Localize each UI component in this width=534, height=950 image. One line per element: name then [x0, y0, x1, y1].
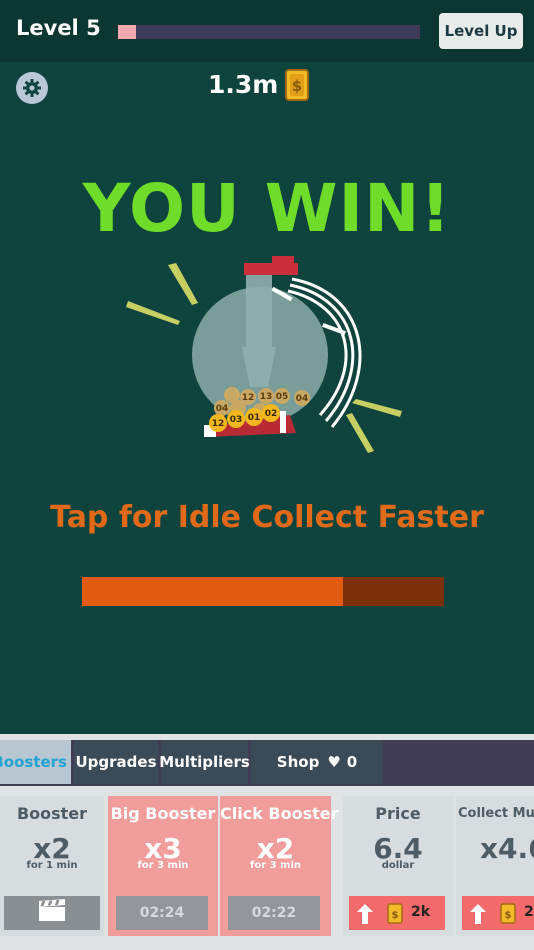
- money-amount: 1.3m: [208, 70, 279, 99]
- ball-label: 02: [265, 409, 278, 419]
- card-title: Click Booster: [220, 804, 339, 823]
- ball-label: 04: [296, 394, 309, 404]
- collect-progress-fill: [82, 577, 343, 606]
- ball-label: 01: [248, 413, 261, 423]
- tab-boosters[interactable]: Boosters: [0, 740, 71, 784]
- ball-label: 12: [242, 393, 255, 403]
- card-unit: dollar: [381, 860, 415, 871]
- gem-count: 0: [346, 753, 358, 771]
- tab-shop[interactable]: Shop ♥ 0: [251, 740, 383, 784]
- click-booster-card[interactable]: Click Booster x2 for 3 min 02:22: [220, 796, 339, 936]
- booster-card[interactable]: Booster x2 for 1 min: [0, 796, 104, 936]
- tab-multipliers-label: Multipliers: [159, 753, 250, 771]
- level-up-button[interactable]: Level Up: [439, 13, 523, 49]
- lottery-machine-illustration[interactable]: 04 12 13 05 04 12 03 01 02: [120, 255, 410, 469]
- tap-to-collect-text[interactable]: Tap for Idle Collect Faster: [0, 500, 534, 535]
- card-title: Collect Mul: [458, 806, 534, 821]
- card-value: x4.6: [480, 832, 534, 865]
- svg-text:$: $: [505, 910, 512, 921]
- level-label: Level 5: [16, 16, 101, 40]
- dollar-coin-icon: $: [387, 903, 403, 928]
- heart-gem-icon: ♥: [327, 753, 341, 771]
- tab-bar: Boosters Upgrades Multipliers Shop ♥ 0: [0, 740, 534, 786]
- big-booster-card[interactable]: Big Booster x3 for 3 min 02:24: [108, 796, 218, 936]
- gear-icon[interactable]: [16, 72, 48, 104]
- dollar-coin-icon: $: [500, 903, 516, 928]
- video-icon: [37, 899, 67, 927]
- buy-button[interactable]: $ 2k: [349, 896, 445, 930]
- tab-multipliers[interactable]: Multipliers: [159, 740, 250, 784]
- collect-multiplier-card[interactable]: Collect Mul x4.6 $ 2.4: [456, 796, 534, 936]
- card-duration: for 3 min: [249, 860, 302, 871]
- svg-text:$: $: [392, 910, 399, 921]
- level-progress-bar: [118, 25, 420, 39]
- card-title: Booster: [16, 804, 88, 823]
- buy-cost: 2k: [411, 904, 431, 920]
- tab-upgrades-label: Upgrades: [75, 753, 157, 771]
- booster-timer: 02:24: [116, 896, 208, 930]
- card-title: Price: [375, 804, 421, 823]
- card-duration: for 3 min: [137, 860, 189, 871]
- ball-label: 05: [276, 392, 289, 402]
- ball-label: 03: [230, 415, 243, 425]
- watch-video-button[interactable]: [4, 896, 100, 930]
- buy-button[interactable]: $ 2.4: [462, 896, 534, 930]
- collect-progress-bar: [82, 577, 444, 606]
- arrow-up-icon: [357, 904, 373, 928]
- booster-timer: 02:22: [228, 896, 320, 930]
- tab-shop-label: Shop: [276, 753, 320, 771]
- card-duration: for 1 min: [26, 860, 78, 871]
- svg-text:$: $: [292, 77, 302, 95]
- ball-label: 04: [216, 404, 229, 414]
- arrow-up-icon: [470, 904, 486, 928]
- price-upgrade-card[interactable]: Price 6.4 dollar $ 2k: [343, 796, 453, 936]
- tab-boosters-label: Boosters: [0, 753, 67, 771]
- buy-cost: 2.4: [524, 904, 534, 920]
- level-progress-fill: [118, 25, 137, 39]
- ball-label: 12: [212, 419, 225, 429]
- ball-label: 13: [260, 392, 273, 402]
- card-title: Big Booster: [110, 804, 216, 823]
- tab-upgrades[interactable]: Upgrades: [74, 740, 158, 784]
- dollar-coin-icon: $: [285, 69, 309, 105]
- win-title: YOU WIN!: [82, 170, 452, 247]
